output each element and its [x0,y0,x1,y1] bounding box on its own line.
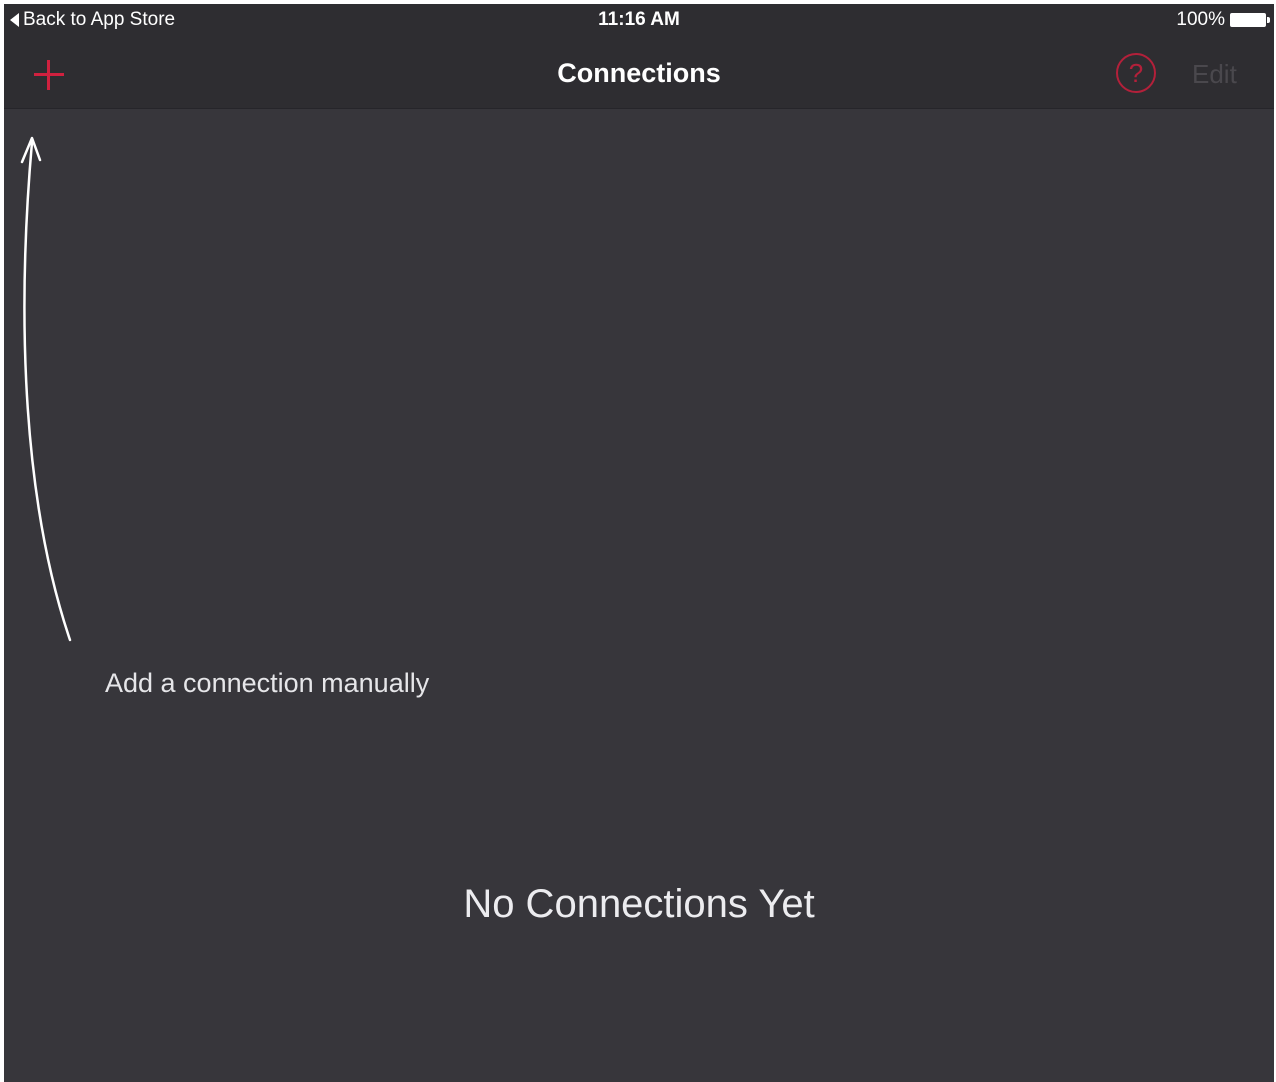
add-connection-hint: Add a connection manually [105,668,430,698]
status-time: 11:16 AM [598,9,680,30]
battery-icon [1230,13,1270,27]
help-button[interactable]: ? [1116,53,1156,93]
navigation-bar: Connections ? Edit [4,38,1274,109]
edit-button[interactable]: Edit [1192,59,1237,90]
page-title: Connections [557,58,721,88]
empty-state-message: No Connections Yet [463,882,815,926]
battery-status: 100% [1176,9,1270,31]
status-bar: Back to App Store 11:16 AM 100% [4,4,1274,38]
battery-percent: 100% [1176,9,1225,30]
question-circle-icon: ? [1128,58,1144,88]
hint-arrow-icon [20,136,72,642]
app-screen: Back to App Store 11:16 AM 100% Connecti… [4,4,1274,1082]
